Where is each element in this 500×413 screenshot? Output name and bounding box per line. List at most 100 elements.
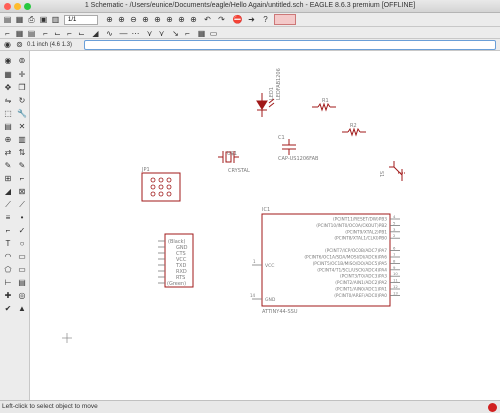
vertex-2-icon[interactable]: ⋎	[156, 28, 167, 39]
zoom-previous-icon[interactable]: ⊕	[152, 14, 163, 25]
arc-tool-icon[interactable]: ◠	[2, 251, 14, 262]
rotate-tool-icon[interactable]: ↻	[16, 95, 28, 106]
pinswap-tool-icon[interactable]: ⇄	[2, 147, 14, 158]
window-titlebar: 1 Schematic - /Users/eunice/Documents/ea…	[0, 0, 500, 13]
command-line-input[interactable]	[84, 40, 496, 50]
cam-icon[interactable]: ▣	[38, 14, 49, 25]
erc-check-icon[interactable]: ✔	[2, 303, 14, 314]
design-link-icon[interactable]	[274, 14, 296, 25]
bend-2-icon[interactable]: ⌙	[52, 28, 63, 39]
r2-symbol[interactable]	[342, 127, 366, 137]
polygon-tool-icon[interactable]: ⬠	[2, 264, 14, 275]
arrow-icon[interactable]: ↘	[170, 28, 181, 39]
show-icon[interactable]: ⊚	[14, 39, 25, 50]
bend-4-icon[interactable]: ⌙	[76, 28, 87, 39]
zoom-select-icon[interactable]: ⊕	[164, 14, 175, 25]
display-tool-icon[interactable]: ▦	[2, 69, 14, 80]
junction-tool-icon[interactable]: •	[16, 212, 28, 223]
zoom-out-icon[interactable]: ⊖	[128, 14, 139, 25]
style-continuous-icon[interactable]: —	[118, 28, 129, 39]
text-tool-icon[interactable]: T	[2, 238, 14, 249]
ic1-pin-number: 6	[393, 246, 396, 251]
zoom-fit-icon[interactable]: ⊕	[104, 14, 115, 25]
grid-icon[interactable]: ▦	[14, 28, 25, 39]
add-tool-icon[interactable]: ⊕	[2, 134, 14, 145]
wire-tool-icon[interactable]: ⟋	[2, 199, 14, 210]
jp1-name: JP1	[141, 167, 150, 173]
redo-icon[interactable]: ↷	[216, 14, 227, 25]
ic1-value: ATTINY44-SSU	[262, 309, 298, 315]
miter-tool-icon[interactable]: ◢	[2, 186, 14, 197]
s1-name: S1	[378, 171, 384, 177]
name-tool-icon[interactable]: ✎	[2, 160, 14, 171]
ic1-pin-label: (PCINT5/OC1B/MISO/DO/ADC5)PA5	[313, 261, 388, 267]
s1-symbol[interactable]	[389, 161, 406, 181]
info-tool-icon[interactable]: ◉	[2, 55, 14, 66]
group-tool-icon[interactable]: ⬚	[2, 108, 14, 119]
show-tool-icon[interactable]: ⊚	[16, 55, 28, 66]
delete-tool-icon[interactable]: ✕	[16, 121, 28, 132]
replace-tool-icon[interactable]: ▥	[16, 134, 28, 145]
print-icon[interactable]: ⎙	[26, 14, 37, 25]
attribute-tool-icon[interactable]: ▤	[16, 277, 28, 288]
move-tool-icon[interactable]: ✥	[2, 82, 14, 93]
frame-tool-icon[interactable]: ▭	[16, 264, 28, 275]
miter-icon[interactable]: ◢	[90, 28, 101, 39]
r1-symbol[interactable]	[312, 102, 336, 112]
ic1-pin-number: 5	[393, 220, 396, 225]
layer-icon[interactable]: ▤	[26, 28, 37, 39]
stop-command-icon[interactable]: ⛔	[232, 14, 243, 25]
bus-tool-icon[interactable]: ≡	[2, 212, 14, 223]
style-dash-icon[interactable]: ⋯	[130, 28, 141, 39]
wire-style-icon[interactable]: ⌐	[2, 28, 13, 39]
label-tool-icon[interactable]: ⌐	[2, 225, 14, 236]
zoom-in-icon[interactable]: ⊕	[116, 14, 127, 25]
go-icon[interactable]: ➜	[246, 14, 257, 25]
fill-icon[interactable]: ▦	[196, 28, 207, 39]
ic1-pin-number: 1	[253, 259, 256, 264]
open-icon[interactable]: ▤	[2, 14, 13, 25]
ic1-pin-number: 10	[393, 271, 398, 276]
bend-icon[interactable]: ⌐	[40, 28, 51, 39]
redraw-icon[interactable]: ⊕	[176, 14, 187, 25]
r1-name: R1	[322, 98, 329, 104]
invoke-tool-icon[interactable]: ⊠	[16, 186, 28, 197]
ic1-pin-number: 12	[393, 284, 398, 289]
smash-tool-icon[interactable]: ⊞	[2, 173, 14, 184]
modify-tool-icon[interactable]: ✚	[2, 290, 14, 301]
paste-tool-icon[interactable]: ▤	[2, 121, 14, 132]
dimension-tool-icon[interactable]: ⊢	[2, 277, 14, 288]
undo-icon[interactable]: ↶	[202, 14, 213, 25]
save-icon[interactable]: ▦	[14, 14, 25, 25]
sheet-select[interactable]: 1/1	[64, 15, 98, 25]
gateswap-tool-icon[interactable]: ⇅	[16, 147, 28, 158]
line-width-icon[interactable]: ⌐	[182, 28, 193, 39]
bend-3-icon[interactable]: ⌐	[64, 28, 75, 39]
ic1-pin-number: 7	[393, 252, 396, 257]
circle-tool-icon[interactable]: ○	[16, 238, 28, 249]
zoom-icon[interactable]: ⊕	[188, 14, 199, 25]
hole-tool-icon[interactable]: ◎	[16, 290, 28, 301]
vertex-icon[interactable]: ⋎	[144, 28, 155, 39]
zoom-area-icon[interactable]: ⊕	[140, 14, 151, 25]
c1-symbol[interactable]	[282, 139, 296, 155]
mirror-tool-icon[interactable]: ⇋	[2, 95, 14, 106]
value-tool-icon[interactable]: ✎	[16, 160, 28, 171]
split-tool-icon[interactable]: ⌐	[16, 173, 28, 184]
rect-tool-icon[interactable]: ▭	[16, 251, 28, 262]
help-icon[interactable]: ?	[260, 14, 271, 25]
board-icon[interactable]: ▥	[50, 14, 61, 25]
copy-tool-icon[interactable]: ❐	[16, 82, 28, 93]
warning-icon[interactable]: ▲	[16, 303, 28, 314]
jp1-symbol[interactable]	[141, 172, 181, 202]
mark-tool-icon[interactable]: ✛	[16, 69, 28, 80]
erc-tool-icon[interactable]: ✓	[16, 225, 28, 236]
parameter-toolbar: ⌐ ▦ ▤ ⌐ ⌙ ⌐ ⌙ ◢ ∿ — ⋯ ⋎ ⋎ ↘ ⌐ ▦ ▭	[0, 27, 500, 39]
net-tool-icon[interactable]: ⟋	[16, 199, 28, 210]
schematic-canvas[interactable]: LED1 LEDFAB1206 R1 R2 C1 CAP-US1206FAB U…	[30, 51, 500, 400]
change-tool-icon[interactable]: 🔧	[16, 108, 28, 119]
stop-icon[interactable]	[488, 403, 497, 412]
cap-icon[interactable]: ▭	[208, 28, 219, 39]
arc-icon[interactable]: ∿	[104, 28, 115, 39]
info-icon[interactable]: ◉	[2, 39, 13, 50]
